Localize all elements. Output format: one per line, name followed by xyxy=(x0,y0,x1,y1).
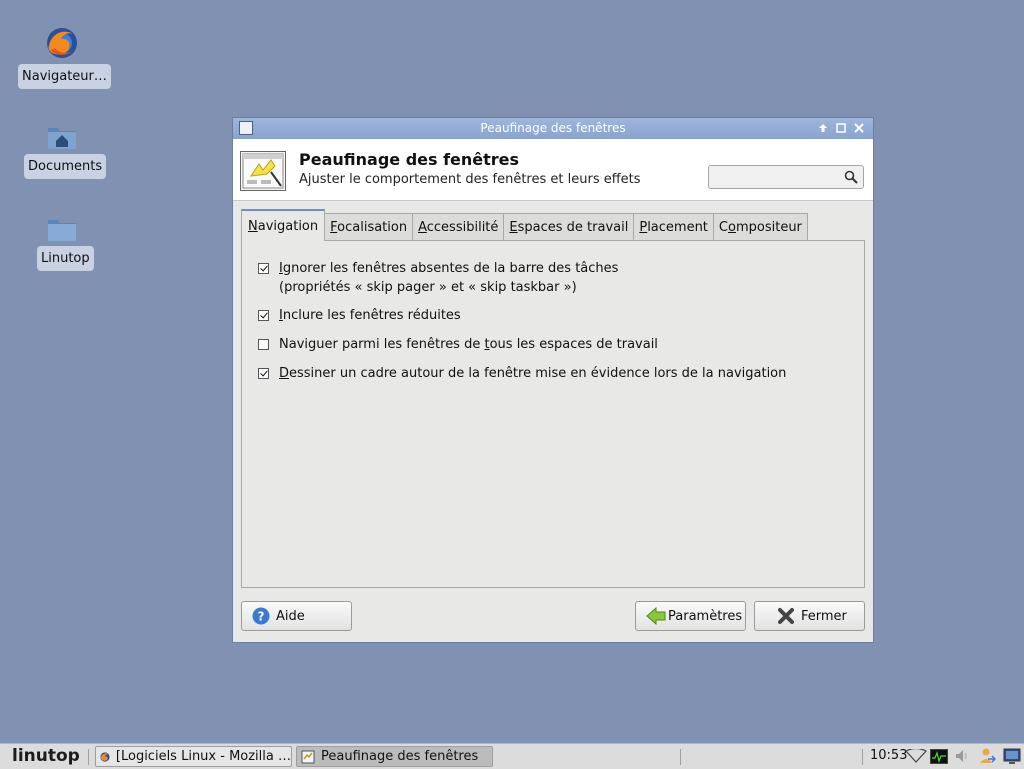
search-input[interactable] xyxy=(708,165,864,189)
dialog-header: Peaufinage des fenêtres Ajuster le compo… xyxy=(233,139,873,201)
back-arrow-icon xyxy=(646,607,666,625)
tab-label: lacement xyxy=(647,220,708,235)
maximize-icon[interactable] xyxy=(835,122,847,135)
desktop-icon-label: Navigateur… xyxy=(18,64,111,89)
tab-placement[interactable]: Placement xyxy=(633,213,714,241)
svg-text:?: ? xyxy=(258,610,265,624)
close-button-label: Fermer xyxy=(801,608,847,624)
tab-label: ccessibilité xyxy=(426,220,499,235)
tab-focalisation[interactable]: Focalisation xyxy=(324,213,414,241)
settings-button[interactable]: Paramètres xyxy=(635,601,746,631)
search-icon[interactable] xyxy=(844,170,858,184)
tab-mnemonic: P xyxy=(639,220,648,235)
tab-mnemonic: E xyxy=(509,220,518,235)
checkbox[interactable] xyxy=(258,310,269,321)
dialog-title: Peaufinage des fenêtres xyxy=(299,150,520,169)
tab-label: ocalisation xyxy=(337,220,408,235)
tab-accessibilite[interactable]: Accessibilité xyxy=(412,213,505,241)
desktop-icon-label: Linutop xyxy=(37,246,94,271)
tab-label: spaces de travail xyxy=(517,220,629,235)
option-include-minimized[interactable]: Inclure les fenêtres réduites xyxy=(258,308,461,325)
tab-compositeur[interactable]: Compositeur xyxy=(712,213,808,241)
desktop-icon-linutop[interactable]: Linutop xyxy=(37,216,94,271)
window-titlebar[interactable]: Peaufinage des fenêtres xyxy=(233,118,873,139)
wifi-icon[interactable] xyxy=(905,749,927,763)
tab-label: avigation xyxy=(257,219,319,234)
option-all-workspaces[interactable]: Naviguer parmi les fenêtres de tous les … xyxy=(258,337,658,354)
tweak-window: Peaufinage des fenêtres Peaufinage des f… xyxy=(233,118,873,642)
taskbar: linutop [Logiciels Linux - Mozilla … Pea… xyxy=(0,743,1024,769)
task-tweak[interactable]: Peaufinage des fenêtres xyxy=(296,746,493,767)
help-icon: ? xyxy=(252,607,270,625)
window-tweak-icon xyxy=(301,750,315,763)
tab-label-prefix: C xyxy=(718,220,728,235)
desktop-icon-label: Documents xyxy=(24,154,107,179)
taskbar-separator xyxy=(680,749,681,765)
window-tweak-icon xyxy=(240,151,286,191)
option-label: ous les espaces de travail xyxy=(489,337,658,352)
system-monitor-icon[interactable] xyxy=(930,749,948,764)
option-label: gnorer les fenêtres absentes de la barre… xyxy=(282,261,619,276)
navigation-panel: Ignorer les fenêtres absentes de la barr… xyxy=(241,240,865,588)
checkbox[interactable] xyxy=(258,263,269,274)
settings-button-label: Paramètres xyxy=(668,608,743,624)
tab-navigation[interactable]: Navigation xyxy=(241,209,326,241)
help-button[interactable]: ? Aide xyxy=(241,601,352,631)
user-switch-icon[interactable] xyxy=(978,747,996,765)
close-x-icon xyxy=(778,608,794,624)
option-mnemonic: D xyxy=(279,366,290,381)
checkbox[interactable] xyxy=(258,368,269,379)
home-folder-icon xyxy=(48,128,76,149)
tab-espaces-de-travail[interactable]: Espaces de travail xyxy=(503,213,635,241)
firefox-icon xyxy=(47,28,77,58)
option-skip-taskbar[interactable]: Ignorer les fenêtres absentes de la barr… xyxy=(258,261,618,297)
folder-icon xyxy=(48,220,76,241)
help-button-label: Aide xyxy=(276,608,305,624)
window-app-icon[interactable] xyxy=(239,121,253,135)
task-label: [Logiciels Linux - Mozilla … xyxy=(115,749,291,764)
volume-icon[interactable] xyxy=(954,749,970,763)
close-icon[interactable] xyxy=(853,122,865,135)
show-desktop-icon[interactable] xyxy=(1003,747,1021,765)
tab-mnemonic: o xyxy=(728,220,736,235)
checkbox[interactable] xyxy=(258,339,269,350)
keep-above-icon[interactable] xyxy=(817,123,829,135)
tab-mnemonic: A xyxy=(418,220,427,235)
option-draw-frame[interactable]: Dessiner un cadre autour de la fenêtre m… xyxy=(258,366,786,383)
task-firefox[interactable]: [Logiciels Linux - Mozilla … xyxy=(95,746,292,767)
window-title: Peaufinage des fenêtres xyxy=(480,121,626,135)
tab-label: mpositeur xyxy=(735,220,802,235)
desktop-icon-documents[interactable]: Documents xyxy=(24,124,107,179)
dialog-subtitle: Ajuster le comportement des fenêtres et … xyxy=(299,172,641,187)
tab-bar: Navigation Focalisation Accessibilité Es… xyxy=(241,209,808,241)
firefox-icon xyxy=(100,751,110,762)
close-button[interactable]: Fermer xyxy=(754,601,865,631)
clock[interactable]: 10:53 xyxy=(870,748,907,763)
option-label-line2: (propriétés « skip pager » et « skip tas… xyxy=(279,280,577,295)
desktop-icon-browser[interactable]: Navigateur… xyxy=(18,26,111,89)
option-label: nclure les fenêtres réduites xyxy=(282,308,461,323)
tab-mnemonic: N xyxy=(248,219,258,234)
option-label: essiner un cadre autour de la fenêtre mi… xyxy=(289,366,787,381)
taskbar-separator xyxy=(88,749,89,765)
taskbar-separator xyxy=(862,749,863,765)
task-label: Peaufinage des fenêtres xyxy=(321,749,479,764)
option-label-prefix: Naviguer parmi les fenêtres de xyxy=(279,337,485,352)
linutop-logo[interactable]: linutop xyxy=(12,746,80,766)
